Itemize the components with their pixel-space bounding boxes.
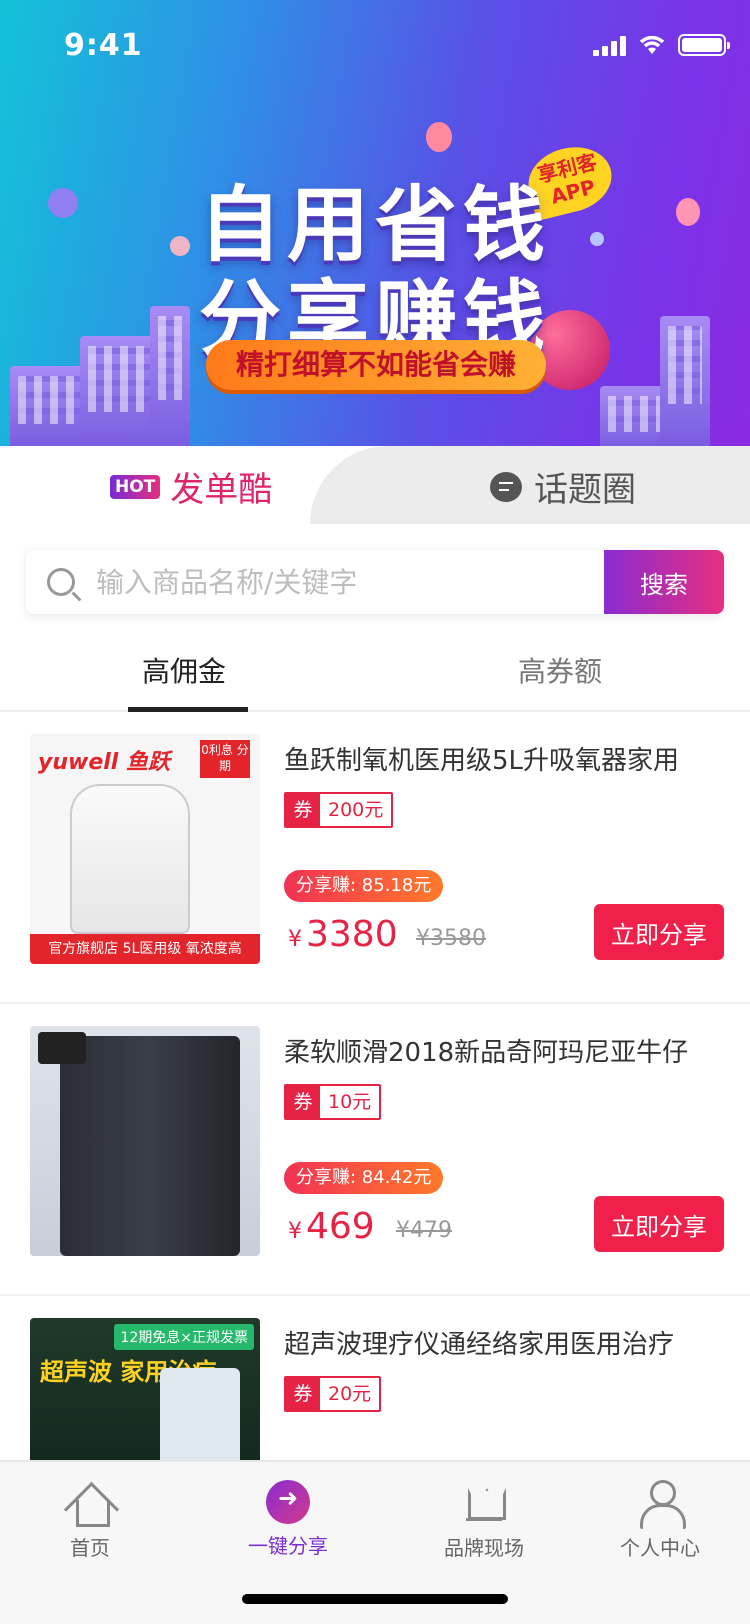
- search-input[interactable]: [96, 550, 604, 614]
- product-title: 超声波理疗仪通经络家用医用治疗: [284, 1330, 675, 1360]
- segment-label: 话题圈: [534, 470, 636, 510]
- original-price: ¥3580: [416, 926, 486, 951]
- product-item[interactable]: 柔软顺滑2018新品奇阿玛尼亚牛仔 券 10元 分享赚: 84.42元 ¥ 46…: [0, 1004, 750, 1296]
- app-screen: 9:41 享利客 APP 自用省钱 分享赚钱 精打细算不如能省会赚 HOT 发单…: [0, 0, 750, 1624]
- coupon-tag: 券 200元: [284, 792, 394, 828]
- jeans-illustration: [60, 1036, 240, 1256]
- coupon-value: 10元: [328, 1091, 372, 1113]
- user-icon: [636, 1478, 686, 1529]
- image-footer: 官方旗舰店 5L医用级 氧浓度高: [30, 934, 260, 964]
- chat-bubble-icon: [490, 471, 522, 502]
- promo-tag: 12期免息×正规发票: [114, 1324, 254, 1350]
- tab-high-commission[interactable]: 高佣金: [142, 650, 226, 690]
- share-now-button[interactable]: 立即分享: [594, 1196, 724, 1252]
- current-price: ¥ 3380: [288, 914, 398, 955]
- status-time: 9:41: [64, 28, 143, 63]
- share-icon: [266, 1480, 310, 1524]
- search-icon: [47, 568, 75, 596]
- cellular-signal-icon: [593, 34, 626, 56]
- tab-high-coupon[interactable]: 高券额: [518, 650, 602, 690]
- nav-home[interactable]: 首页: [20, 1478, 160, 1561]
- share-earnings: 分享赚: 84.42元: [284, 1162, 444, 1194]
- segment-tab-topics[interactable]: 话题圈: [490, 462, 636, 511]
- crown-icon: [460, 1478, 508, 1526]
- product-title: 柔软顺滑2018新品奇阿玛尼亚牛仔: [284, 1038, 689, 1068]
- home-indicator: [242, 1594, 508, 1604]
- product-image[interactable]: [30, 1026, 260, 1256]
- coupon-value: 200元: [328, 799, 384, 821]
- segment-tab-fadanku[interactable]: HOT 发单酷: [110, 462, 272, 511]
- brand-logo: [38, 1032, 86, 1064]
- hot-badge: HOT: [110, 474, 161, 499]
- segment-label: 发单酷: [170, 470, 273, 510]
- installment-badge: 0利息 分期: [200, 740, 250, 778]
- wifi-icon: [639, 35, 665, 54]
- product-item[interactable]: yuwell 鱼跃 0利息 分期 官方旗舰店 5L医用级 氧浓度高 鱼跃制氧机医…: [0, 712, 750, 1004]
- nav-brand-showcase[interactable]: 品牌现场: [414, 1478, 554, 1561]
- share-earnings: 分享赚: 85.18元: [284, 870, 444, 902]
- product-image[interactable]: yuwell 鱼跃 0利息 分期 官方旗舰店 5L医用级 氧浓度高: [30, 734, 260, 964]
- coupon-tag: 券 20元: [284, 1376, 382, 1412]
- battery-icon: [678, 34, 730, 56]
- coupon-value: 20元: [328, 1383, 372, 1405]
- promo-banner[interactable]: 9:41 享利客 APP 自用省钱 分享赚钱 精打细算不如能省会赚: [0, 0, 750, 446]
- original-price: ¥479: [396, 1218, 452, 1243]
- segment-switcher: HOT 发单酷 话题圈: [0, 446, 750, 524]
- balloon-decoration: [426, 122, 452, 152]
- product-title: 鱼跃制氧机医用级5L升吸氧器家用: [284, 746, 680, 776]
- search-bar: 搜索: [26, 550, 724, 614]
- search-button[interactable]: 搜索: [604, 550, 724, 614]
- banner-slogan: 精打细算不如能省会赚: [206, 340, 546, 390]
- brand-logo: yuwell 鱼跃: [38, 750, 170, 775]
- nav-profile[interactable]: 个人中心: [590, 1478, 730, 1561]
- share-now-button[interactable]: 立即分享: [594, 904, 724, 960]
- sort-tabs: 高佣金 高券额: [0, 628, 750, 712]
- coupon-tag: 券 10元: [284, 1084, 382, 1120]
- current-price: ¥ 469: [288, 1206, 375, 1247]
- nav-one-click-share[interactable]: 一键分享: [218, 1478, 358, 1559]
- product-list: yuwell 鱼跃 0利息 分期 官方旗舰店 5L医用级 氧浓度高 鱼跃制氧机医…: [0, 712, 750, 1588]
- oxygen-concentrator-illustration: [70, 784, 190, 934]
- home-icon: [66, 1478, 114, 1527]
- status-bar: 9:41: [0, 0, 750, 88]
